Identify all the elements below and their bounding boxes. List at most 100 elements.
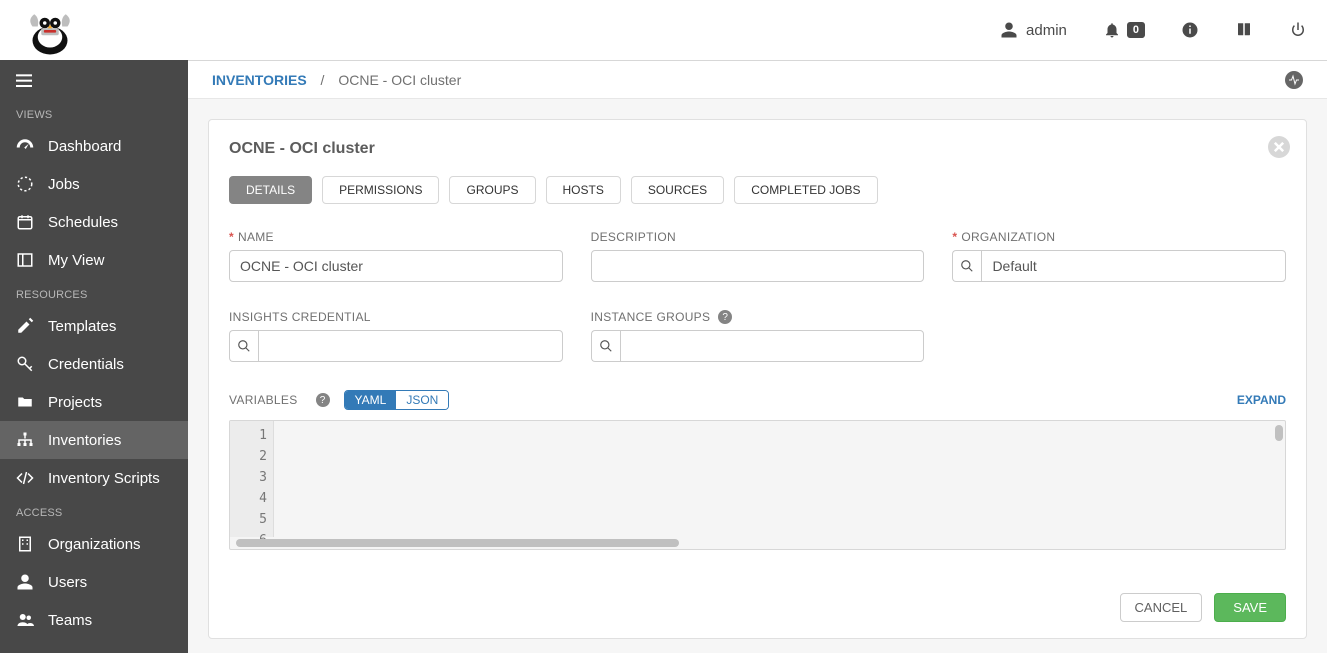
- search-icon: [599, 339, 613, 353]
- user-menu[interactable]: admin: [1000, 21, 1067, 39]
- search-icon: [960, 259, 974, 273]
- breadcrumb: INVENTORIES / OCNE - OCI cluster: [188, 61, 1327, 99]
- users-icon: [16, 611, 34, 629]
- toggle-json[interactable]: JSON: [396, 391, 448, 409]
- power-icon: [1289, 21, 1307, 39]
- name-input[interactable]: [229, 250, 563, 282]
- insights-lookup-button[interactable]: [229, 330, 258, 362]
- sidebar-label-jobs: Jobs: [48, 176, 80, 193]
- jobs-icon: [16, 175, 34, 193]
- dashboard-icon: [16, 137, 34, 155]
- sidebar-item-users[interactable]: Users: [0, 563, 188, 601]
- sidebar-item-organizations[interactable]: Organizations: [0, 525, 188, 563]
- sidebar-item-templates[interactable]: Templates: [0, 307, 188, 345]
- sidebar-item-schedules[interactable]: Schedules: [0, 203, 188, 241]
- activity-icon: [1288, 74, 1300, 86]
- sidebar-item-inventories[interactable]: Inventories: [0, 421, 188, 459]
- username-label: admin: [1026, 22, 1067, 39]
- book-icon: [1235, 21, 1253, 39]
- search-icon: [237, 339, 251, 353]
- label-insights: INSIGHTS CREDENTIAL: [229, 310, 563, 324]
- section-access: ACCESS: [0, 497, 188, 525]
- calendar-icon: [16, 213, 34, 231]
- inventory-panel: OCNE - OCI cluster DETAILS PERMISSIONS G…: [208, 119, 1307, 639]
- panel-close-button[interactable]: [1268, 136, 1290, 158]
- breadcrumb-root[interactable]: INVENTORIES: [212, 72, 307, 88]
- section-views: VIEWS: [0, 99, 188, 127]
- sidebar-label-projects: Projects: [48, 394, 102, 411]
- sidebar-item-dashboard[interactable]: Dashboard: [0, 127, 188, 165]
- sidebar-toggle[interactable]: [0, 70, 188, 99]
- sidebar-item-projects[interactable]: Projects: [0, 383, 188, 421]
- sidebar-item-myview[interactable]: My View: [0, 241, 188, 279]
- label-instance-groups: INSTANCE GROUPS ?: [591, 310, 925, 324]
- building-icon: [16, 535, 34, 553]
- sitemap-icon: [16, 431, 34, 449]
- sidebar-item-teams[interactable]: Teams: [0, 601, 188, 639]
- section-resources: RESOURCES: [0, 279, 188, 307]
- close-icon: [1274, 142, 1284, 152]
- user-icon: [16, 573, 34, 591]
- sidebar-label-inventory-scripts: Inventory Scripts: [48, 470, 160, 487]
- tab-completed-jobs[interactable]: COMPLETED JOBS: [734, 176, 877, 204]
- expand-button[interactable]: EXPAND: [1237, 393, 1286, 407]
- field-insights: INSIGHTS CREDENTIAL: [229, 310, 563, 362]
- panel-tabs: DETAILS PERMISSIONS GROUPS HOSTS SOURCES…: [229, 176, 1286, 204]
- label-description: DESCRIPTION: [591, 230, 925, 244]
- breadcrumb-sep: /: [321, 72, 325, 88]
- cancel-button[interactable]: CANCEL: [1120, 593, 1203, 622]
- instance-groups-input[interactable]: [620, 330, 925, 362]
- sidebar-item-jobs[interactable]: Jobs: [0, 165, 188, 203]
- sidebar-label-schedules: Schedules: [48, 214, 118, 231]
- code-area[interactable]: [274, 421, 1275, 537]
- save-button[interactable]: SAVE: [1214, 593, 1286, 622]
- description-input[interactable]: [591, 250, 925, 282]
- help-icon[interactable]: ?: [316, 393, 330, 407]
- field-organization: *ORGANIZATION: [952, 230, 1286, 282]
- bell-icon: [1103, 21, 1121, 39]
- tab-details[interactable]: DETAILS: [229, 176, 312, 204]
- docs-button[interactable]: [1235, 21, 1253, 39]
- panel-title: OCNE - OCI cluster: [229, 140, 1286, 158]
- organization-input[interactable]: [981, 250, 1286, 282]
- sidebar-label-dashboard: Dashboard: [48, 138, 121, 155]
- toggle-yaml[interactable]: YAML: [345, 391, 397, 409]
- breadcrumb-current: OCNE - OCI cluster: [338, 72, 461, 88]
- sidebar-label-templates: Templates: [48, 318, 116, 335]
- tab-groups[interactable]: GROUPS: [449, 176, 535, 204]
- field-description: DESCRIPTION: [591, 230, 925, 282]
- panel-icon: [16, 251, 34, 269]
- sidebar-label-credentials: Credentials: [48, 356, 124, 373]
- tab-hosts[interactable]: HOSTS: [546, 176, 621, 204]
- notifications[interactable]: 0: [1103, 21, 1145, 39]
- tab-sources[interactable]: SOURCES: [631, 176, 724, 204]
- topbar-right: admin 0: [1000, 21, 1307, 39]
- logout-button[interactable]: [1289, 21, 1307, 39]
- form-grid: *NAME DESCRIPTION *ORGANIZATION: [229, 230, 1286, 362]
- field-name: *NAME: [229, 230, 563, 282]
- about-button[interactable]: [1181, 21, 1199, 39]
- activity-stream-button[interactable]: [1285, 71, 1303, 89]
- top-bar: admin 0: [0, 0, 1327, 60]
- variables-editor[interactable]: 1 2 3 4 5 6: [229, 420, 1286, 550]
- code-icon: [16, 469, 34, 487]
- insights-input[interactable]: [258, 330, 563, 362]
- tab-permissions[interactable]: PERMISSIONS: [322, 176, 439, 204]
- label-organization: *ORGANIZATION: [952, 230, 1286, 244]
- field-instance-groups: INSTANCE GROUPS ?: [591, 310, 925, 362]
- organization-lookup-button[interactable]: [952, 250, 981, 282]
- instance-groups-lookup-button[interactable]: [591, 330, 620, 362]
- sidebar-item-credentials[interactable]: Credentials: [0, 345, 188, 383]
- help-icon[interactable]: ?: [718, 310, 732, 324]
- app-logo: [20, 0, 80, 60]
- label-name: *NAME: [229, 230, 563, 244]
- vertical-scrollbar[interactable]: [1275, 425, 1283, 441]
- sidebar-label-users: Users: [48, 574, 87, 591]
- sidebar-label-teams: Teams: [48, 612, 92, 629]
- horizontal-scrollbar[interactable]: [236, 539, 679, 547]
- main-area: INVENTORIES / OCNE - OCI cluster OCNE - …: [188, 60, 1327, 653]
- sidebar: VIEWS Dashboard Jobs Schedules My View R…: [0, 60, 188, 653]
- sidebar-item-inventory-scripts[interactable]: Inventory Scripts: [0, 459, 188, 497]
- format-toggle: YAML JSON: [344, 390, 450, 410]
- info-icon: [1181, 21, 1199, 39]
